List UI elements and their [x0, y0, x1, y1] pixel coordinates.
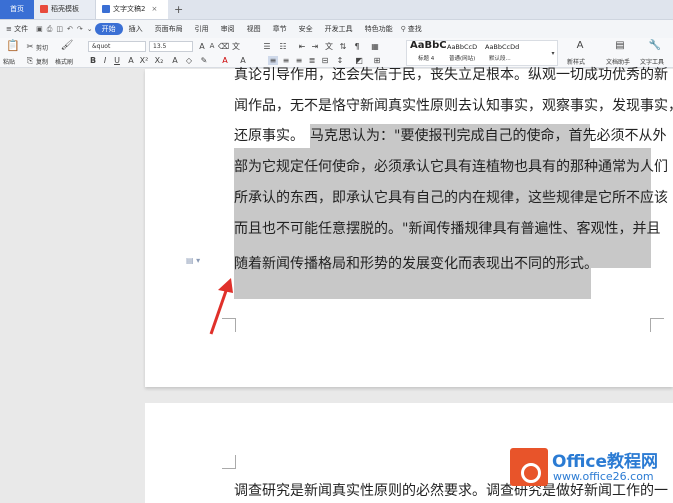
text-tools-icon[interactable]: 🔧 [648, 41, 662, 53]
writing-assistant-icon[interactable]: ▤ [613, 41, 627, 53]
strikethrough-icon[interactable]: A [126, 56, 136, 65]
tab-home[interactable]: 首页 [0, 0, 34, 19]
print-icon[interactable]: ⎙ [45, 25, 55, 34]
new-tab-button[interactable]: + [168, 0, 189, 19]
menu-bar: ≡ 文件 ▣ ⎙ ◫ ↶ ↷ ⌄ 开始 插入 页面布局 引用 审阅 视图 章节 … [0, 20, 673, 38]
underline-icon[interactable]: U [112, 56, 122, 65]
paragraph-line[interactable]: 闻作品，无不是恪守新闻真实性原则去认知事实，观察事实，发现事实， [234, 94, 673, 118]
watermark-title: Office教程网 [552, 452, 659, 472]
highlight-icon[interactable]: ✎ [199, 56, 209, 65]
shrink-font-icon[interactable]: A [207, 42, 217, 51]
menu-search[interactable]: 查找 [408, 24, 428, 34]
text-effect-icon[interactable]: A [170, 56, 180, 65]
eraser-icon[interactable]: ◇ [184, 56, 194, 65]
menu-file[interactable]: ≡ 文件 [0, 24, 34, 34]
subscript-icon[interactable]: X₂ [154, 56, 164, 65]
menu-review[interactable]: 审阅 [215, 24, 241, 34]
watermark-logo: Office教程网 www.office26.com [508, 442, 673, 494]
grow-font-icon[interactable]: A [197, 42, 207, 51]
document-icon [102, 5, 110, 13]
copy-button[interactable]: 复制 [36, 57, 48, 66]
paragraph-line[interactable]: 还原事实。 [234, 124, 304, 148]
italic-icon[interactable]: I [100, 56, 110, 65]
style-default-sample[interactable]: AaBbCcDd [485, 43, 519, 51]
tab-docer-templates[interactable]: 稻壳模板 [34, 0, 96, 19]
menu-view[interactable]: 视图 [241, 24, 267, 34]
preview-icon[interactable]: ◫ [54, 25, 65, 33]
paragraph-line[interactable]: 所承认的东西，即承认它具有自己的内在规律，这些规律是它所不应该 [234, 186, 668, 210]
clear-format-icon[interactable]: ⌫ [218, 42, 229, 51]
tab-bar: 首页 稻壳模板 文字文稿2 × + [0, 0, 673, 20]
margin-corner [222, 455, 236, 469]
chinese-layout-icon[interactable]: 文 [324, 42, 334, 51]
margin-corner [650, 318, 664, 332]
menu-reference[interactable]: 引用 [189, 24, 215, 34]
menu-start[interactable]: 开始 [94, 23, 123, 35]
style-default-name: 默认段... [489, 56, 511, 62]
style-heading4-sample[interactable]: AaBbC [410, 40, 447, 51]
style-normal-web-name: 普通(网站) [449, 56, 476, 62]
paste-button[interactable]: 粘贴 [3, 57, 15, 66]
superscript-icon[interactable]: X² [139, 56, 149, 65]
menu-chapter[interactable]: 章节 [267, 24, 293, 34]
borders-icon[interactable]: ▦ [370, 42, 380, 51]
menu-dev-tools[interactable]: 开发工具 [319, 24, 359, 34]
style-heading4-name: 标题 4 [418, 56, 435, 62]
new-style-icon[interactable]: A [573, 41, 587, 53]
paragraph-line[interactable]: 部为它规定任何使命，必须承认它具有连植物也具有的那种通常为人们 [234, 155, 668, 179]
menu-page-layout[interactable]: 页面布局 [149, 24, 189, 34]
cut-button[interactable]: 剪切 [36, 43, 48, 52]
phonetic-icon[interactable]: 文 [231, 42, 241, 51]
font-name-select[interactable]: &quot [88, 41, 146, 52]
font-color-icon[interactable]: A [220, 56, 230, 65]
tab-document[interactable]: 文字文稿2 × [96, 0, 168, 19]
chevron-down-icon[interactable]: ⌄ [85, 25, 95, 33]
menu-security[interactable]: 安全 [293, 24, 319, 34]
page-1[interactable]: 真论引导作用，还会失信于民，丧失立足根本。纵观一切成功优秀的新 闻作品，无不是恪… [145, 67, 673, 387]
numbered-list-icon[interactable]: ☷ [278, 42, 288, 51]
chevron-down-icon[interactable]: ▾ [548, 49, 558, 58]
redo-icon[interactable]: ↷ [75, 25, 85, 33]
copy-icon[interactable]: ⎘ [25, 56, 35, 65]
style-normal-web-sample[interactable]: AaBbCcD [447, 43, 477, 51]
show-marks-icon[interactable]: ¶ [352, 42, 362, 51]
increase-indent-icon[interactable]: ⇥ [310, 42, 320, 51]
paste-icon[interactable]: 📋 [6, 40, 20, 53]
docer-icon [40, 5, 48, 13]
paragraph-line[interactable]: 真论引导作用，还会失信于民，丧失立足根本。纵观一切成功优秀的新 [234, 63, 668, 87]
bullet-list-icon[interactable]: ☰ [262, 42, 272, 51]
paragraph-line[interactable]: 随着新闻传播格局和形势的发展变化而表现出不同的形式。 [234, 252, 598, 276]
decrease-indent-icon[interactable]: ⇤ [297, 42, 307, 51]
sort-icon[interactable]: ⇅ [338, 42, 348, 51]
format-painter-button[interactable]: 格式刷 [55, 57, 73, 66]
cut-icon[interactable]: ✂ [25, 42, 35, 51]
save-icon[interactable]: ▣ [34, 25, 45, 33]
paragraph-handle-icon[interactable]: ▤ ▾ [186, 256, 200, 265]
document-canvas[interactable]: 真论引导作用，还会失信于民，丧失立足根本。纵观一切成功优秀的新 闻作品，无不是恪… [0, 67, 673, 503]
menu-special[interactable]: 特色功能 [359, 24, 399, 34]
undo-icon[interactable]: ↶ [65, 25, 75, 33]
format-painter-icon[interactable]: 🖌 [60, 41, 74, 53]
menu-insert[interactable]: 插入 [123, 24, 149, 34]
watermark-url: www.office26.com [553, 470, 654, 483]
search-icon[interactable]: ⚲ [399, 25, 408, 33]
red-arrow-annotation [209, 278, 233, 335]
bold-icon[interactable]: B [88, 56, 98, 65]
font-size-select[interactable]: 13.5 [149, 41, 193, 52]
paragraph-line[interactable]: 而且也不可能任意摆脱的。"新闻传播规律具有普遍性、客观性，并且 [234, 217, 660, 241]
office-logo-icon [510, 448, 548, 486]
close-icon[interactable]: × [151, 5, 157, 13]
paragraph-line[interactable]: 马克思认为："要使报刊完成自己的使命，首先必须不从外 [310, 124, 666, 148]
